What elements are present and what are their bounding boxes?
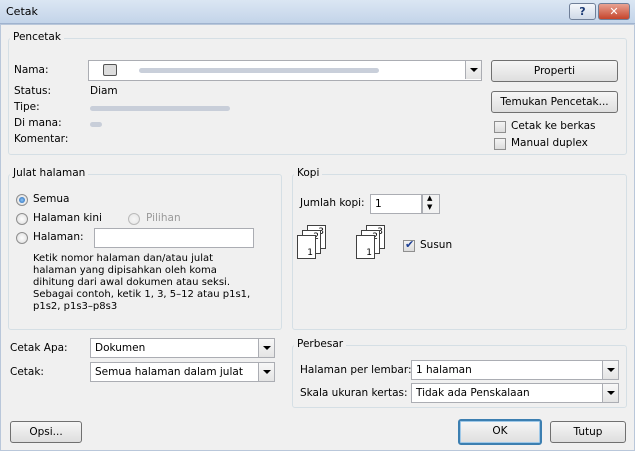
scale-value: Tidak ada Penskalaan: [416, 387, 530, 399]
status-label: Status:: [14, 85, 51, 97]
close-button[interactable]: Tutup: [550, 421, 626, 443]
chevron-down-icon[interactable]: [258, 339, 274, 357]
print-label: Cetak:: [10, 366, 44, 378]
pages-label: Halaman:: [33, 231, 84, 243]
print-what-value: Dokumen: [95, 342, 146, 354]
print-to-file-label: Cetak ke berkas: [511, 120, 596, 132]
status-value: Diam: [90, 85, 118, 97]
chevron-down-icon[interactable]: [465, 61, 481, 79]
collate-label: Susun: [420, 239, 453, 251]
copies-count-input[interactable]: 1: [370, 194, 422, 214]
page-range-group-label: Julat halaman: [10, 167, 89, 179]
pages-radio[interactable]: [16, 232, 28, 244]
copies-count-label: Jumlah kopi:: [300, 197, 365, 209]
current-page-label: Halaman kini: [33, 212, 102, 224]
printer-group-label: Pencetak: [10, 31, 64, 43]
manual-duplex-checkbox[interactable]: [494, 138, 506, 150]
copies-spinner[interactable]: ▲ ▼: [422, 194, 440, 214]
print-what-label: Cetak Apa:: [10, 342, 68, 354]
type-value-redacted: [90, 106, 230, 111]
selection-label: Pilihan: [146, 212, 181, 224]
ok-button[interactable]: OK: [458, 419, 542, 445]
printer-name-redacted: [139, 68, 379, 73]
print-value: Semua halaman dalam julat: [95, 366, 243, 378]
manual-duplex-label: Manual duplex: [511, 137, 588, 149]
print-what-select[interactable]: Dokumen: [90, 338, 275, 358]
page-range-hint: Ketik nomor halaman dan/atau julat halam…: [33, 253, 251, 312]
window-title: Cetak: [6, 5, 38, 18]
current-page-radio[interactable]: [16, 213, 28, 225]
type-label: Tipe:: [14, 101, 40, 113]
all-pages-label: Semua: [33, 193, 70, 205]
scale-label: Skala ukuran kertas:: [300, 387, 408, 399]
spin-down-icon[interactable]: ▼: [427, 203, 432, 211]
printer-icon: [103, 64, 117, 76]
printer-name-label: Nama:: [14, 64, 49, 76]
scale-select[interactable]: Tidak ada Penskalaan: [411, 383, 619, 403]
all-pages-radio[interactable]: [16, 194, 28, 206]
copies-group-label: Kopi: [294, 167, 323, 179]
comment-label: Komentar:: [14, 133, 69, 145]
close-window-button[interactable]: ✕: [598, 3, 630, 20]
chevron-down-icon[interactable]: [258, 363, 274, 381]
print-select[interactable]: Semua halaman dalam julat: [90, 362, 275, 382]
help-button[interactable]: ?: [569, 3, 596, 20]
collate-checkbox[interactable]: [403, 238, 415, 252]
find-printer-button[interactable]: Temukan Pencetak...: [491, 91, 618, 113]
pages-per-sheet-label: Halaman per lembar:: [300, 364, 412, 376]
zoom-group-label: Perbesar: [294, 338, 347, 350]
pages-per-sheet-value: 1 halaman: [416, 364, 472, 376]
chevron-down-icon[interactable]: [602, 361, 618, 379]
pages-input[interactable]: [94, 228, 254, 248]
title-bar: Cetak ? ✕: [0, 0, 635, 24]
where-value-redacted: [90, 122, 102, 127]
pages-per-sheet-select[interactable]: 1 halaman: [411, 360, 619, 380]
selection-radio[interactable]: [128, 213, 140, 225]
page-icon: 1: [356, 235, 375, 259]
print-to-file-checkbox[interactable]: [494, 121, 506, 133]
printer-name-select[interactable]: [88, 60, 482, 81]
properties-button[interactable]: Properti: [491, 60, 618, 82]
options-button[interactable]: Opsi...: [10, 421, 82, 443]
spin-up-icon[interactable]: ▲: [427, 194, 432, 202]
page-icon: 1: [297, 235, 316, 259]
where-label: Di mana:: [14, 117, 62, 129]
chevron-down-icon[interactable]: [602, 384, 618, 402]
